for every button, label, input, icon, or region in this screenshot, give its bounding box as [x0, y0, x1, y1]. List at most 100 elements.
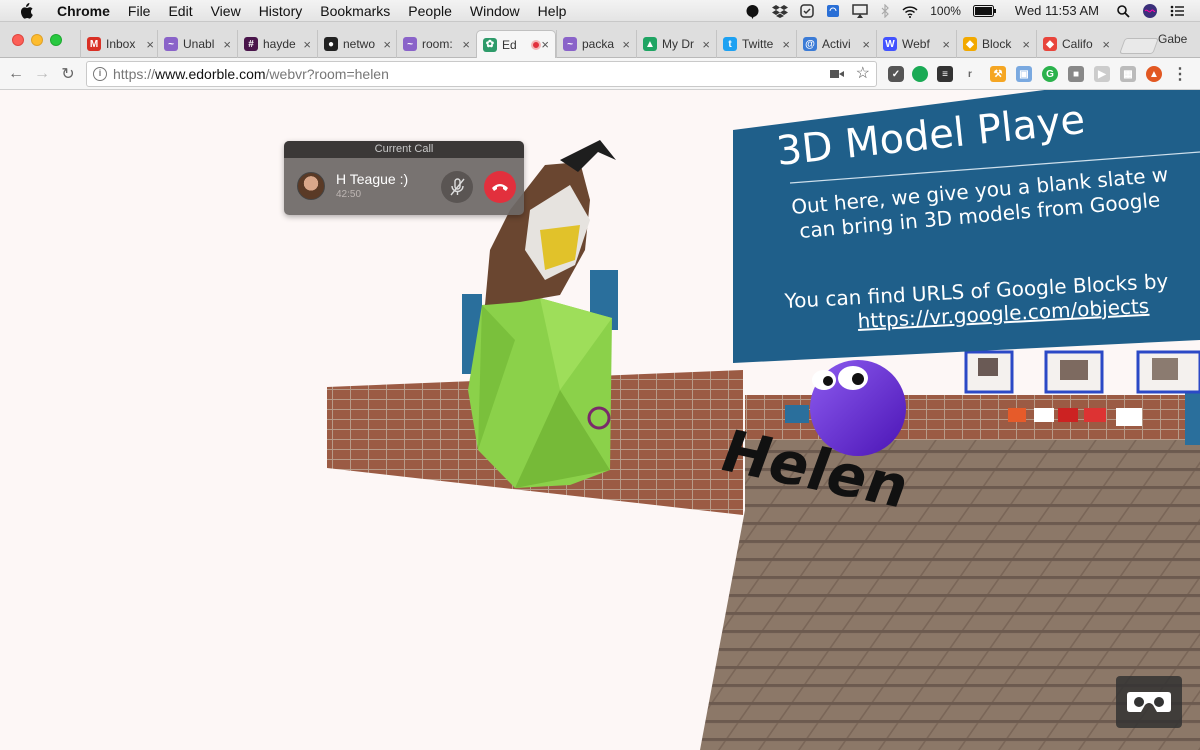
notification-center-icon[interactable]: [1170, 5, 1184, 17]
camera-icon[interactable]: [829, 66, 844, 82]
gray-extension-icon[interactable]: ▶: [1094, 66, 1110, 82]
sync-icon[interactable]: [826, 4, 840, 18]
reload-icon[interactable]: ↻: [58, 64, 78, 84]
tab-activi[interactable]: @ Activi ×: [796, 30, 876, 58]
minimize-window-button[interactable]: [31, 34, 43, 46]
close-tab-icon[interactable]: ×: [303, 37, 311, 52]
forward-arrow-icon[interactable]: →: [32, 64, 52, 84]
gmail-icon: M: [87, 37, 101, 51]
dropbox-icon[interactable]: [772, 4, 789, 18]
close-tab-icon[interactable]: ×: [1102, 37, 1110, 52]
webvr-scene[interactable]: 3D Model Playe Out here, we give you a b…: [0, 90, 1200, 750]
pocket-extension-icon[interactable]: ✓: [888, 66, 904, 82]
tab-label: Califo: [1062, 37, 1093, 51]
tab-label: Activi: [822, 37, 851, 51]
close-tab-icon[interactable]: ×: [782, 37, 790, 52]
blocks-icon: ◆: [963, 37, 977, 51]
apple-menu-icon[interactable]: [18, 2, 34, 19]
address-bar[interactable]: i https://www.edorble.com/webvr?room=hel…: [86, 61, 877, 87]
chrome-menu-icon[interactable]: ⋮: [1172, 66, 1188, 83]
square-extension-icon[interactable]: ■: [1068, 66, 1084, 82]
enter-vr-button[interactable]: [1116, 676, 1182, 728]
tab-label: Block: [982, 37, 1012, 51]
airplay-icon[interactable]: [852, 4, 868, 18]
hang-up-icon: [492, 184, 508, 191]
close-tab-icon[interactable]: ×: [541, 37, 549, 52]
tab-room[interactable]: ~ room: ×: [396, 30, 476, 58]
end-call-button[interactable]: [484, 171, 516, 203]
clipboard-check-icon[interactable]: [800, 4, 814, 18]
menu-help[interactable]: Help: [529, 0, 576, 22]
spotlight-search-icon[interactable]: [1117, 4, 1130, 18]
menu-view[interactable]: View: [202, 0, 250, 22]
tab-block[interactable]: ◆ Block ×: [956, 30, 1036, 58]
r-extension-icon[interactable]: r: [962, 66, 978, 82]
tab-inbox[interactable]: M Inbox ×: [80, 30, 160, 58]
close-tab-icon[interactable]: ×: [862, 37, 870, 52]
tab-label: netwo: [343, 37, 376, 51]
wrench-extension-icon[interactable]: ⚒: [990, 66, 1006, 82]
mic-muted-icon: [450, 178, 465, 196]
tab-label: Webf: [902, 37, 930, 51]
tab-unabl[interactable]: ~ Unabl ×: [157, 30, 237, 58]
close-tab-icon[interactable]: ×: [462, 37, 470, 52]
chat-bubble-icon[interactable]: [745, 4, 760, 19]
tab-hayde[interactable]: # hayde ×: [237, 30, 317, 58]
tab-netwo[interactable]: ● netwo ×: [317, 30, 397, 58]
tab-califo[interactable]: ◆ Califo ×: [1036, 30, 1116, 58]
close-tab-icon[interactable]: ×: [942, 37, 950, 52]
activity-icon: @: [803, 37, 817, 51]
new-tab-button[interactable]: [1119, 38, 1159, 54]
macos-menu-bar: Chrome File Edit View History Bookmarks …: [0, 0, 1200, 22]
close-tab-icon[interactable]: ×: [383, 37, 391, 52]
layers-extension-icon[interactable]: ≡: [937, 66, 953, 82]
webflow-icon: W: [883, 37, 897, 51]
menu-people[interactable]: People: [399, 0, 461, 22]
wifi-icon[interactable]: [902, 5, 918, 18]
close-tab-icon[interactable]: ×: [702, 37, 710, 52]
siri-icon[interactable]: [1142, 3, 1158, 19]
site-info-icon[interactable]: i: [93, 67, 107, 81]
bluetooth-icon[interactable]: [880, 4, 890, 18]
url-path: /webvr?room=helen: [265, 66, 389, 82]
close-tab-icon[interactable]: ×: [146, 37, 154, 52]
url-scheme: https://: [113, 66, 156, 82]
grammarly-extension-icon[interactable]: G: [1042, 66, 1058, 82]
tab-webf[interactable]: W Webf ×: [876, 30, 956, 58]
zoom-window-button[interactable]: [50, 34, 62, 46]
puzzle-extension-icon[interactable]: ▣: [1016, 66, 1032, 82]
green-circle-extension-icon[interactable]: [912, 66, 928, 82]
tab-twitte[interactable]: t Twitte ×: [716, 30, 796, 58]
sparkle-icon: ~: [563, 37, 577, 51]
close-window-button[interactable]: [12, 34, 24, 46]
vr-headset-icon: [1127, 692, 1171, 712]
close-tab-icon[interactable]: ×: [1022, 37, 1030, 52]
chrome-store-icon: ◆: [1043, 37, 1057, 51]
tab-ed[interactable]: ✿ Ed ×: [476, 30, 556, 58]
slack-icon: #: [244, 37, 258, 51]
menu-app-chrome[interactable]: Chrome: [48, 0, 119, 22]
bookmark-star-icon[interactable]: ☆: [856, 66, 870, 82]
tab-strip: M Inbox × ~ Unabl × # hayde × ● netwo × ~ room: × ✿ Ed × ~…: [0, 22, 1200, 58]
edorble-icon: ✿: [483, 37, 497, 52]
recording-indicator-icon: [531, 39, 542, 50]
document-extension-icon[interactable]: ▦: [1120, 66, 1136, 82]
menu-history[interactable]: History: [250, 0, 312, 22]
mute-button[interactable]: [441, 171, 473, 203]
sparkle-icon: ~: [164, 37, 178, 51]
clock[interactable]: Wed 11:53 AM: [1015, 0, 1099, 22]
menu-edit[interactable]: Edit: [159, 0, 201, 22]
scene-3d-render: 3D Model Playe Out here, we give you a b…: [327, 90, 1200, 750]
fire-extension-icon[interactable]: ▲: [1146, 66, 1162, 82]
twitter-icon: t: [723, 37, 737, 51]
close-tab-icon[interactable]: ×: [622, 37, 630, 52]
profile-name[interactable]: Gabe: [1158, 32, 1187, 46]
menu-window[interactable]: Window: [461, 0, 529, 22]
menu-bookmarks[interactable]: Bookmarks: [311, 0, 399, 22]
tab-my-dr[interactable]: ▲ My Dr ×: [636, 30, 716, 58]
close-tab-icon[interactable]: ×: [223, 37, 231, 52]
battery-icon[interactable]: [972, 5, 997, 17]
tab-packa[interactable]: ~ packa ×: [556, 30, 636, 58]
back-arrow-icon[interactable]: ←: [6, 64, 26, 84]
menu-file[interactable]: File: [119, 0, 160, 22]
